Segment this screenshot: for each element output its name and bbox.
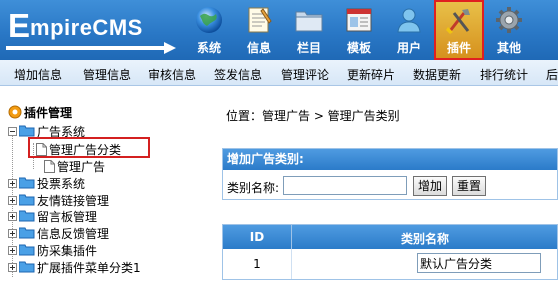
tree-item-extension-menu[interactable]: 扩展插件菜单分类1: [8, 259, 141, 275]
folder-icon: [295, 11, 323, 32]
tree-item-friend-links[interactable]: 友情链接管理: [8, 192, 109, 208]
window-icon: [346, 8, 372, 32]
user-icon: [397, 8, 421, 33]
menu-sign-info[interactable]: 签发信息: [214, 66, 262, 83]
folder-icon: [19, 227, 35, 239]
row-id: 1: [253, 257, 261, 271]
tree-item-label: 管理广告: [57, 160, 106, 174]
nav-template-label: 模板: [346, 41, 371, 55]
expand-icon[interactable]: [8, 196, 17, 205]
expand-icon[interactable]: [8, 229, 17, 238]
add-category-form: 增加广告类别: 类别名称: 增加 重置: [222, 148, 558, 200]
nav-plugin-label: 插件: [446, 41, 471, 55]
menu-manage-info[interactable]: 管理信息: [83, 66, 131, 83]
folder-open-icon: [19, 125, 35, 137]
tools-icon: [446, 9, 470, 34]
menu-data-update[interactable]: 数据更新: [413, 66, 461, 83]
nav-template[interactable]: 模板: [334, 0, 384, 60]
nav-user[interactable]: 用户: [384, 0, 434, 60]
menu-update-fragments[interactable]: 更新碎片: [347, 66, 395, 83]
nav-column[interactable]: 栏目: [284, 0, 334, 60]
tree-item-label: 留言板管理: [37, 210, 98, 224]
collapse-icon[interactable]: [8, 127, 17, 136]
tree-item-anti-collect[interactable]: 防采集插件: [8, 242, 97, 258]
folder-icon: [19, 177, 35, 189]
tree-item-label: 投票系统: [37, 177, 86, 191]
category-name-label: 类别名称:: [227, 181, 280, 195]
nav-info[interactable]: 信息: [234, 0, 284, 60]
category-name-input[interactable]: [283, 176, 407, 195]
folder-icon: [19, 244, 35, 256]
expand-icon[interactable]: [8, 263, 17, 272]
add-button[interactable]: 增加: [413, 176, 448, 196]
category-table: ID 类别名称 1: [222, 224, 558, 280]
reset-button[interactable]: 重置: [452, 176, 487, 196]
nav-other[interactable]: 其他: [484, 0, 534, 60]
header-id: ID: [249, 230, 265, 244]
nav-other-label: 其他: [496, 41, 521, 55]
folder-icon: [19, 194, 35, 206]
nav-system[interactable]: 系统: [184, 0, 234, 60]
tree-item-manage-ad-category[interactable]: 管理广告分类: [36, 141, 121, 157]
top-header: EmpireCMS 系统 信息 栏目 模板 用户 插件 其他: [0, 0, 558, 60]
plugin-header-icon: [8, 105, 22, 119]
menu-more[interactable]: 后: [546, 66, 558, 83]
menu-review-info[interactable]: 审核信息: [148, 66, 196, 83]
menu-add-info[interactable]: 增加信息: [14, 66, 62, 83]
logo-initial: E: [8, 7, 31, 44]
empirecms-logo: EmpireCMS: [6, 7, 178, 54]
form-title: 增加广告类别:: [223, 149, 557, 170]
main-nav: 系统 信息 栏目 模板 用户 插件 其他: [184, 0, 534, 60]
table-row: 1: [223, 249, 557, 279]
tree-title: 插件管理: [8, 104, 72, 121]
menu-ranking-stats[interactable]: 排行统计: [480, 66, 528, 83]
nav-info-label: 信息: [246, 41, 271, 55]
header-category-name: 类别名称: [400, 232, 449, 246]
tree-title-label: 插件管理: [24, 106, 73, 120]
gear-icon: [496, 7, 522, 33]
table-header: ID 类别名称: [223, 225, 557, 249]
document-icon: [36, 143, 47, 156]
folder-icon: [19, 261, 35, 273]
notepad-icon: [248, 7, 272, 33]
nav-system-label: 系统: [196, 41, 221, 55]
tree-item-label: 管理广告分类: [49, 143, 122, 157]
logo-rest: mpireCMS: [30, 15, 143, 40]
nav-plugin[interactable]: 插件: [434, 0, 484, 60]
expand-icon[interactable]: [8, 246, 17, 255]
expand-icon[interactable]: [8, 179, 17, 188]
tree-item-label: 扩展插件菜单分类1: [37, 261, 141, 275]
content-panel: 位置：管理广告 > 管理广告类别 增加广告类别: 类别名称: 增加 重置 ID …: [200, 87, 558, 287]
tree-item-label: 防采集插件: [37, 244, 98, 258]
plugin-tree-panel: 插件管理 广告系统 管理广告分类 管理广告 投票系统 友情链接管理 留言板管理 …: [0, 87, 196, 287]
quick-menu-bar: 增加信息 管理信息 审核信息 签发信息 管理评论 更新碎片 数据更新 排行统计 …: [0, 60, 558, 86]
nav-column-label: 栏目: [296, 41, 321, 55]
breadcrumb: 位置：管理广告 > 管理广告类别: [226, 109, 400, 123]
menu-manage-comments[interactable]: 管理评论: [281, 66, 329, 83]
document-icon: [44, 160, 55, 173]
tree-item-label: 友情链接管理: [37, 194, 110, 208]
tree-item-label: 信息反馈管理: [37, 227, 110, 241]
tree-item-guestbook[interactable]: 留言板管理: [8, 208, 97, 224]
nav-user-label: 用户: [396, 41, 421, 55]
category-name-cell-input[interactable]: [417, 253, 541, 273]
expand-icon[interactable]: [8, 212, 17, 221]
folder-icon: [19, 210, 35, 222]
tree-item-feedback[interactable]: 信息反馈管理: [8, 225, 109, 241]
tree-item-vote-system[interactable]: 投票系统: [8, 175, 85, 191]
tree-item-manage-ads[interactable]: 管理广告: [44, 158, 105, 174]
globe-icon: [196, 7, 222, 33]
